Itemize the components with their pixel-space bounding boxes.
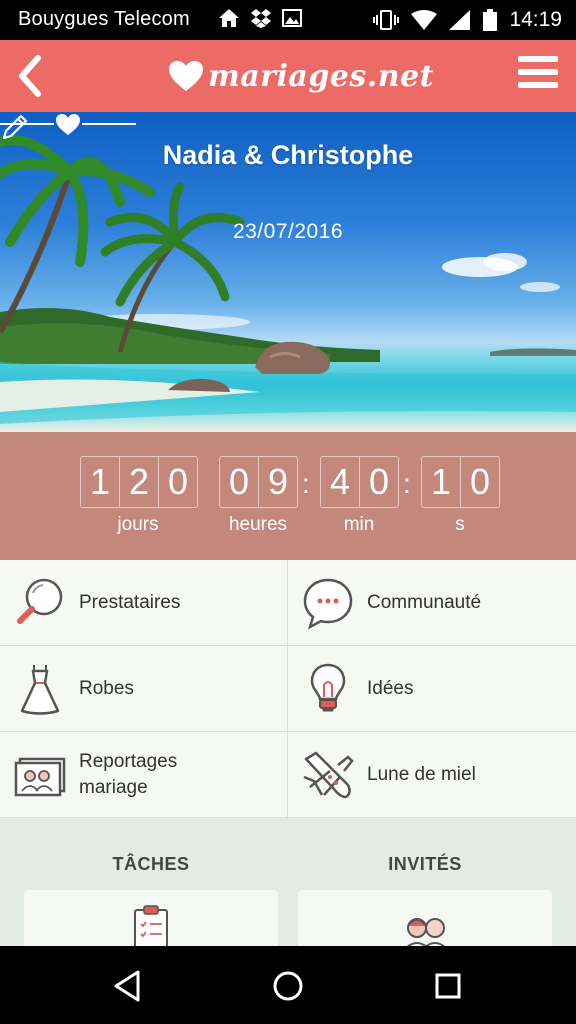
menu-item-communaute[interactable]: Communauté — [288, 560, 576, 646]
tasks-title: TÂCHES — [112, 854, 190, 874]
tasks-card[interactable] — [24, 890, 278, 946]
seconds-digit: 1 — [430, 461, 452, 502]
feature-grid: Prestataires Communauté Robes Idées Repo… — [0, 560, 576, 818]
menu-item-label: Lune de miel — [367, 763, 476, 785]
home-circle-icon[interactable] — [266, 964, 310, 1008]
lightbulb-icon — [310, 663, 346, 711]
home-icon — [219, 9, 239, 27]
dress-icon — [20, 664, 60, 715]
hours-digit: 9 — [258, 457, 297, 507]
menu-item-lune-de-miel[interactable]: Lune de miel — [288, 732, 576, 818]
countdown-panel: 1 2 0 0 9 : 4 0 : 1 0 jours heures min s — [0, 432, 576, 560]
menu-item-robes[interactable]: Robes — [0, 646, 288, 732]
menu-item-label: Reportages mariage — [79, 749, 177, 801]
minutes-digit: 0 — [359, 457, 398, 507]
hours-box: 0 9 — [219, 456, 298, 508]
time-separator: : — [403, 468, 411, 499]
dropbox-icon — [251, 9, 271, 28]
heart-logo-icon — [169, 61, 203, 91]
chevron-left-icon[interactable] — [14, 54, 44, 98]
people-icon — [406, 918, 446, 946]
signal-icon — [449, 10, 471, 30]
dashboard-sections: TÂCHES INVITÉS — [0, 818, 576, 946]
menu-item-label: Robes — [79, 677, 134, 699]
minutes-digit: 4 — [329, 461, 351, 502]
clock: 14:19 — [509, 8, 562, 31]
speech-bubble-icon — [303, 578, 353, 630]
clipboard-icon — [134, 905, 168, 946]
wedding-date: 23/07/2016 — [232, 220, 344, 243]
menu-item-label: Communauté — [367, 591, 482, 613]
seconds-label: s — [455, 514, 465, 535]
days-digit: 2 — [119, 457, 158, 507]
logo-text: mariages.net — [208, 58, 434, 94]
back-triangle-icon[interactable] — [106, 964, 150, 1008]
days-digit: 0 — [158, 457, 197, 507]
time-separator: : — [302, 468, 310, 499]
carrier-name: Bouygues Telecom — [18, 8, 190, 30]
minutes-label: min — [343, 514, 375, 535]
recents-square-icon[interactable] — [426, 964, 470, 1008]
airplane-icon — [303, 751, 354, 798]
hours-digit: 0 — [228, 461, 250, 502]
seconds-digit: 0 — [460, 457, 499, 507]
days-box: 1 2 0 — [80, 456, 198, 508]
menu-item-prestataires[interactable]: Prestataires — [0, 560, 288, 646]
vibrate-icon — [373, 10, 400, 30]
minutes-box: 4 0 — [320, 456, 399, 508]
guests-card[interactable] — [298, 890, 552, 946]
hero-banner: Nadia & Christophe 23/07/2016 — [0, 112, 576, 432]
days-digit: 1 — [89, 461, 111, 502]
photos-icon — [14, 757, 66, 796]
magnifier-icon — [17, 578, 63, 624]
menu-item-label-line1: Reportages — [79, 750, 178, 772]
menu-item-idees[interactable]: Idées — [288, 646, 576, 732]
battery-icon — [483, 9, 498, 31]
hours-label: heures — [228, 514, 288, 535]
wifi-icon — [411, 10, 438, 30]
days-label: jours — [117, 514, 159, 535]
app-header: mariages.net — [0, 40, 576, 112]
menu-item-label: Prestataires — [79, 591, 181, 613]
image-icon — [282, 9, 302, 27]
pencil-icon[interactable] — [0, 112, 30, 142]
status-bar: Bouygues Telecom 14:19 — [0, 0, 576, 40]
system-nav-bar — [0, 946, 576, 1024]
hamburger-menu-icon[interactable] — [518, 55, 558, 89]
guests-title: INVITÉS — [388, 854, 462, 874]
menu-item-reportages[interactable]: Reportages mariage — [0, 732, 288, 818]
menu-item-label: Idées — [367, 677, 414, 699]
app-logo[interactable]: mariages.net — [168, 48, 434, 104]
couple-names: Nadia & Christophe — [162, 140, 414, 170]
menu-item-label-line2: mariage — [79, 776, 148, 798]
seconds-box: 1 0 — [421, 456, 500, 508]
